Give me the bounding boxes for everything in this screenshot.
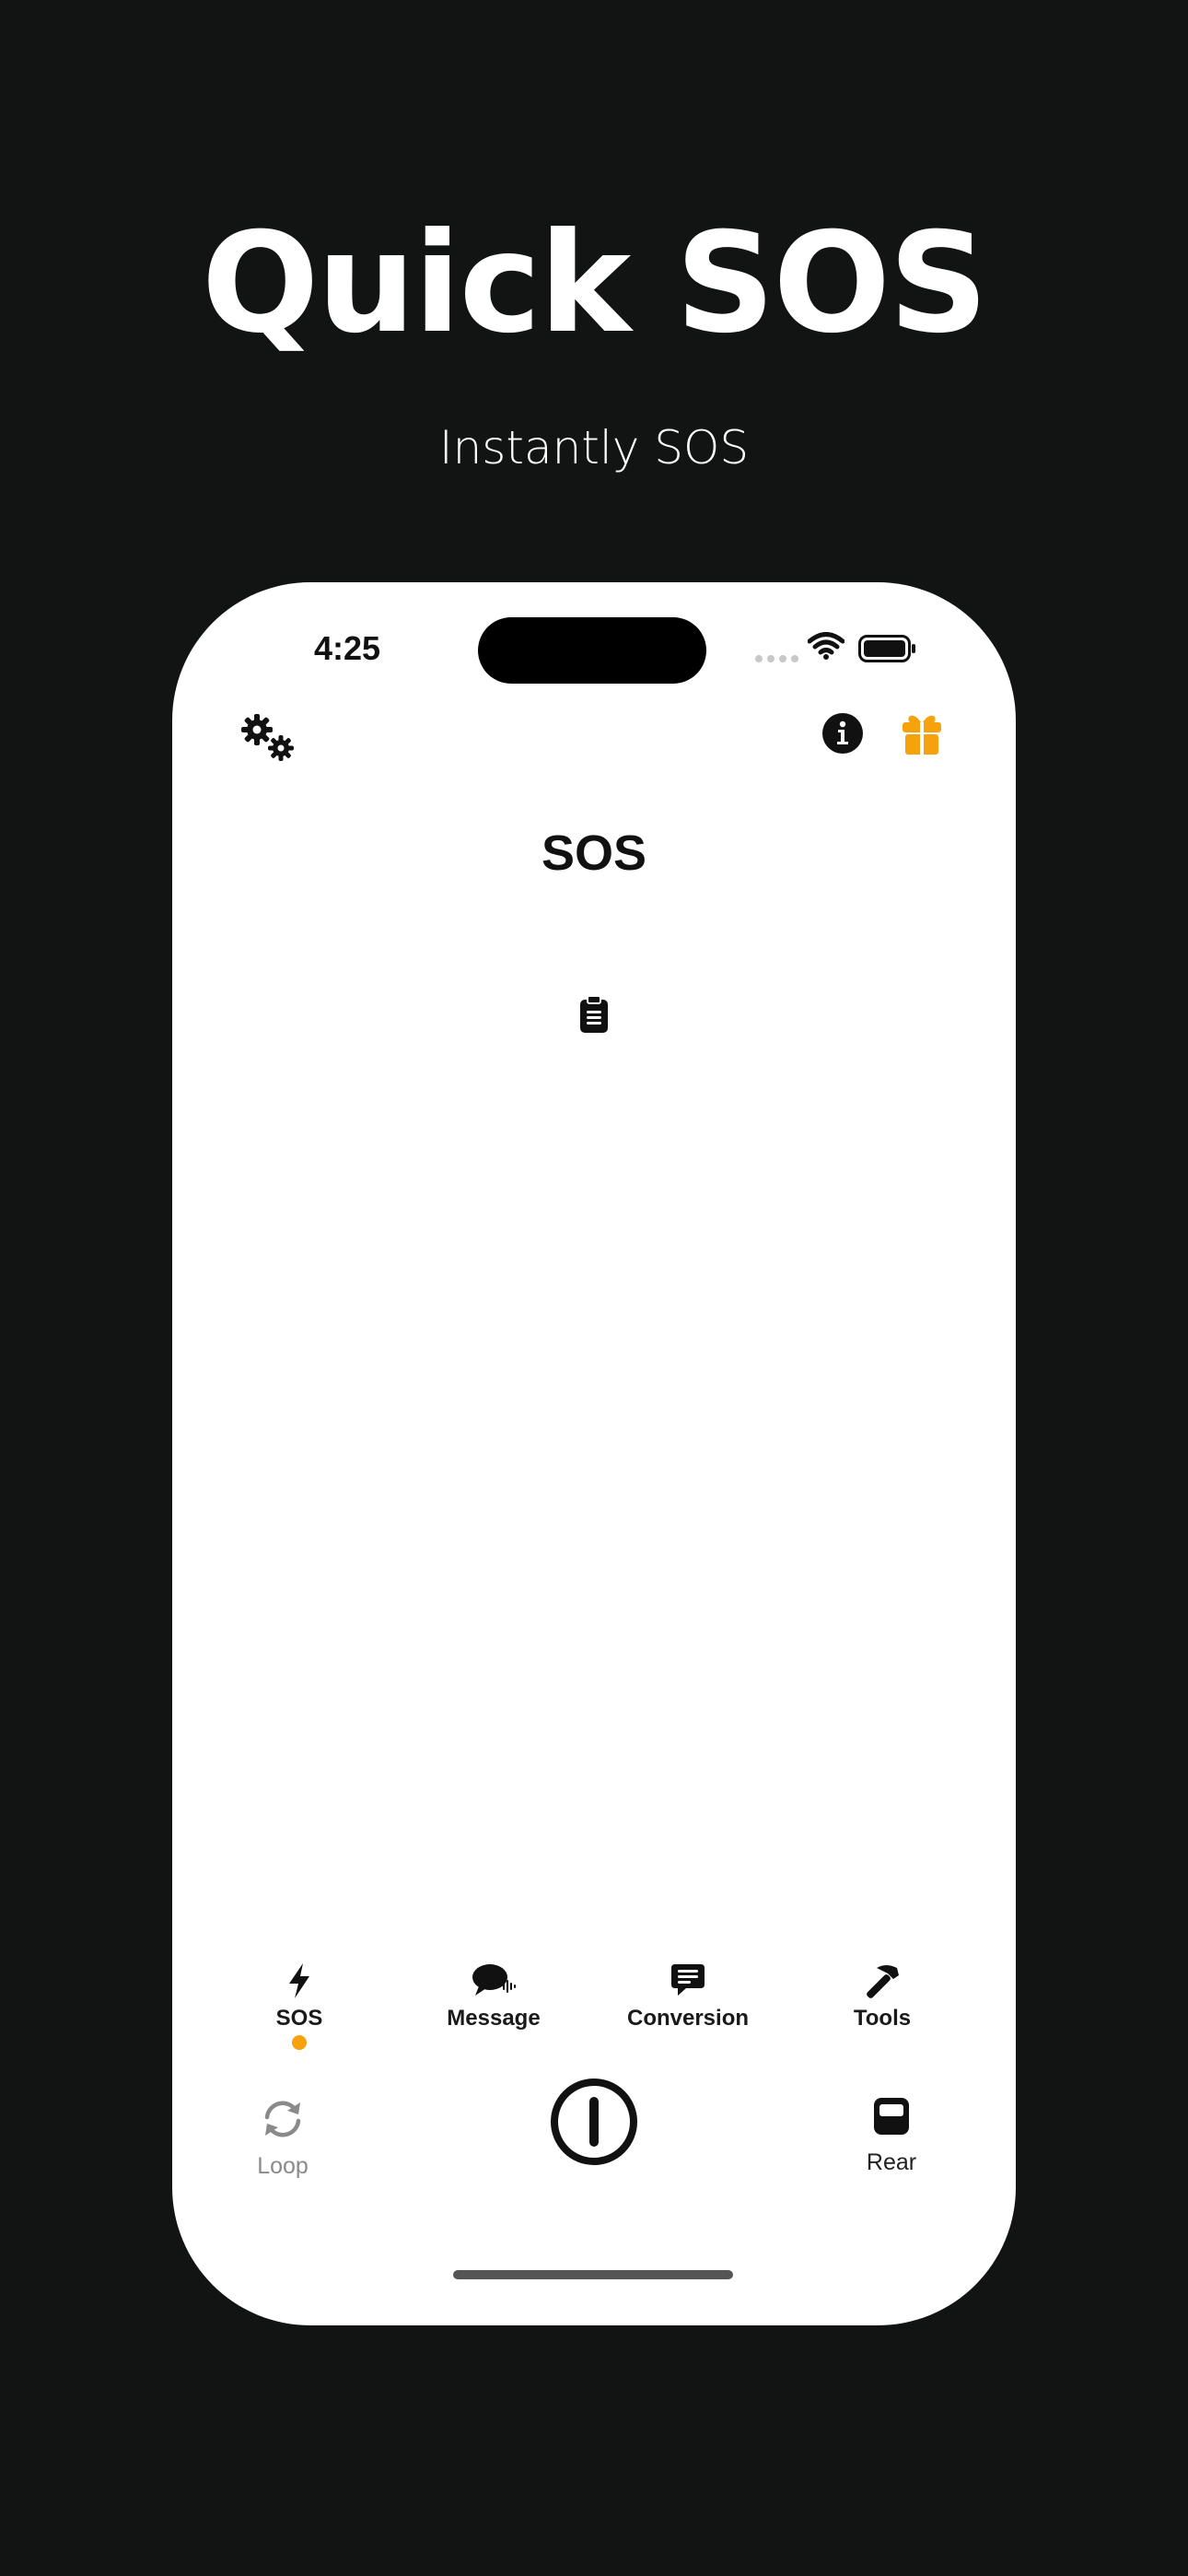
wifi-icon [808,632,844,660]
tab-message[interactable]: Message [402,1962,586,2032]
clipboard-icon[interactable] [579,995,609,1034]
tab-conversion-label: Conversion [626,2006,750,2031]
loop-arrows-icon [264,2101,301,2137]
tab-conversion[interactable]: Conversion [596,1962,780,2032]
gift-icon[interactable] [902,711,942,755]
tab-tools[interactable]: Tools [790,1962,974,2032]
bolt-icon [289,1963,309,1998]
signal-dots-icon [755,655,798,662]
power-icon[interactable] [549,2077,639,2167]
tab-message-label: Message [447,2006,541,2031]
rear-button[interactable]: Rear [841,2097,942,2176]
hero-subtitle: Instantly SOS [438,421,750,474]
status-time: 4:25 [313,629,381,667]
selected-indicator-dot [292,2035,307,2050]
chat-text-icon [671,1964,705,1996]
tab-sos[interactable]: SOS [207,1962,391,2050]
tab-tools-label: Tools [853,2006,912,2031]
gears-icon[interactable] [239,711,299,767]
hammer-icon [867,1965,899,1998]
rear-screen-icon [874,2098,909,2135]
screen-title: SOS [541,825,647,881]
home-indicator[interactable] [453,2270,733,2279]
loop-label: Loop [257,2153,309,2179]
dynamic-island [478,617,706,684]
tab-sos-label: SOS [275,2006,323,2031]
speech-bubble-icon [472,1964,516,1996]
battery-icon [858,635,915,662]
rear-label: Rear [866,2149,917,2175]
info-icon[interactable] [821,712,864,755]
phone-frame: 4:25 SOS SOS Message Conversion Tools Lo… [172,582,1016,2325]
loop-button[interactable]: Loop [218,2099,347,2180]
hero-title: Quick SOS [201,204,988,364]
